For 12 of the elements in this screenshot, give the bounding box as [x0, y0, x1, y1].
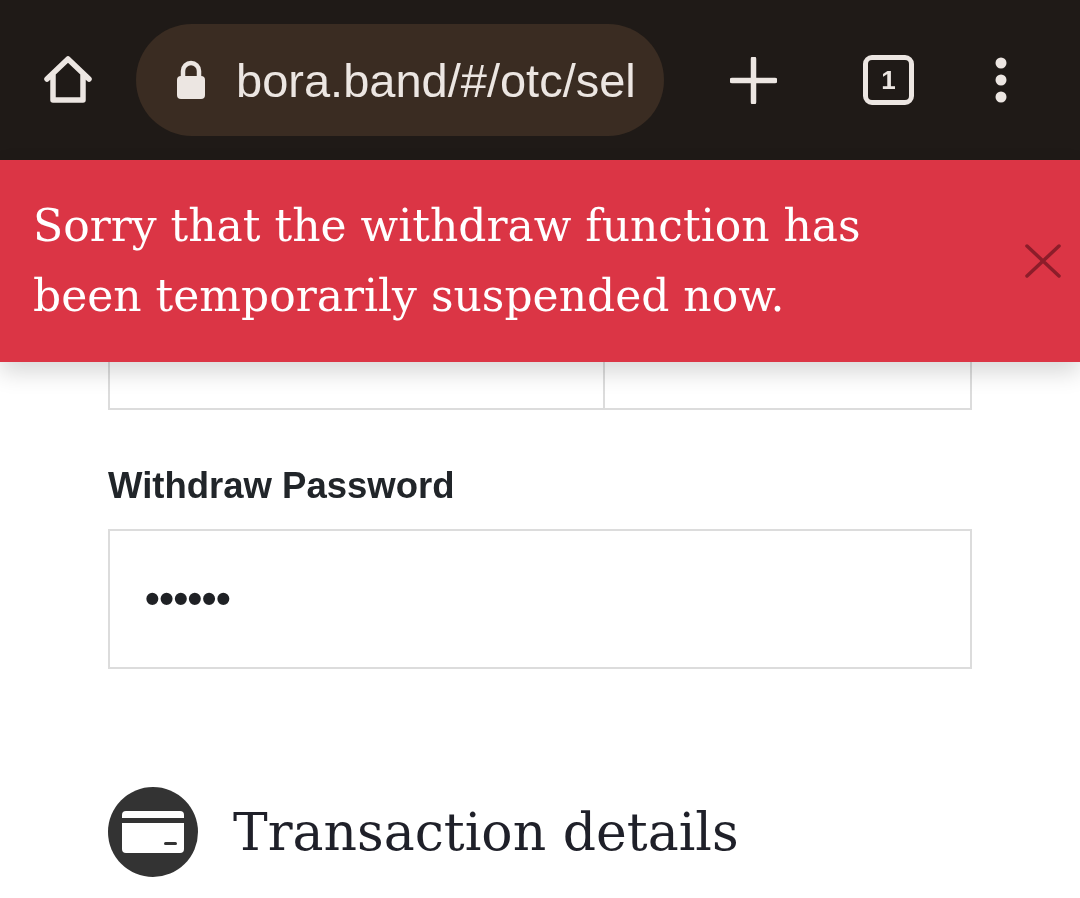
alert-message: Sorry that the withdraw function has been temporarily suspended now. — [33, 199, 862, 323]
input-field[interactable] — [605, 362, 972, 410]
credit-card-icon — [108, 787, 198, 877]
field-label: Withdraw Password — [108, 465, 456, 507]
password-field[interactable]: •••••• — [108, 529, 972, 669]
tab-switcher-button[interactable]: 1 — [863, 55, 914, 105]
address-bar[interactable]: bora.band/#/otc/sel — [136, 24, 664, 136]
plus-icon[interactable] — [730, 56, 777, 104]
input-field[interactable] — [108, 362, 605, 410]
more-menu-icon[interactable] — [994, 57, 1008, 103]
section-title: Transaction details — [233, 801, 739, 864]
home-icon[interactable] — [43, 55, 93, 105]
